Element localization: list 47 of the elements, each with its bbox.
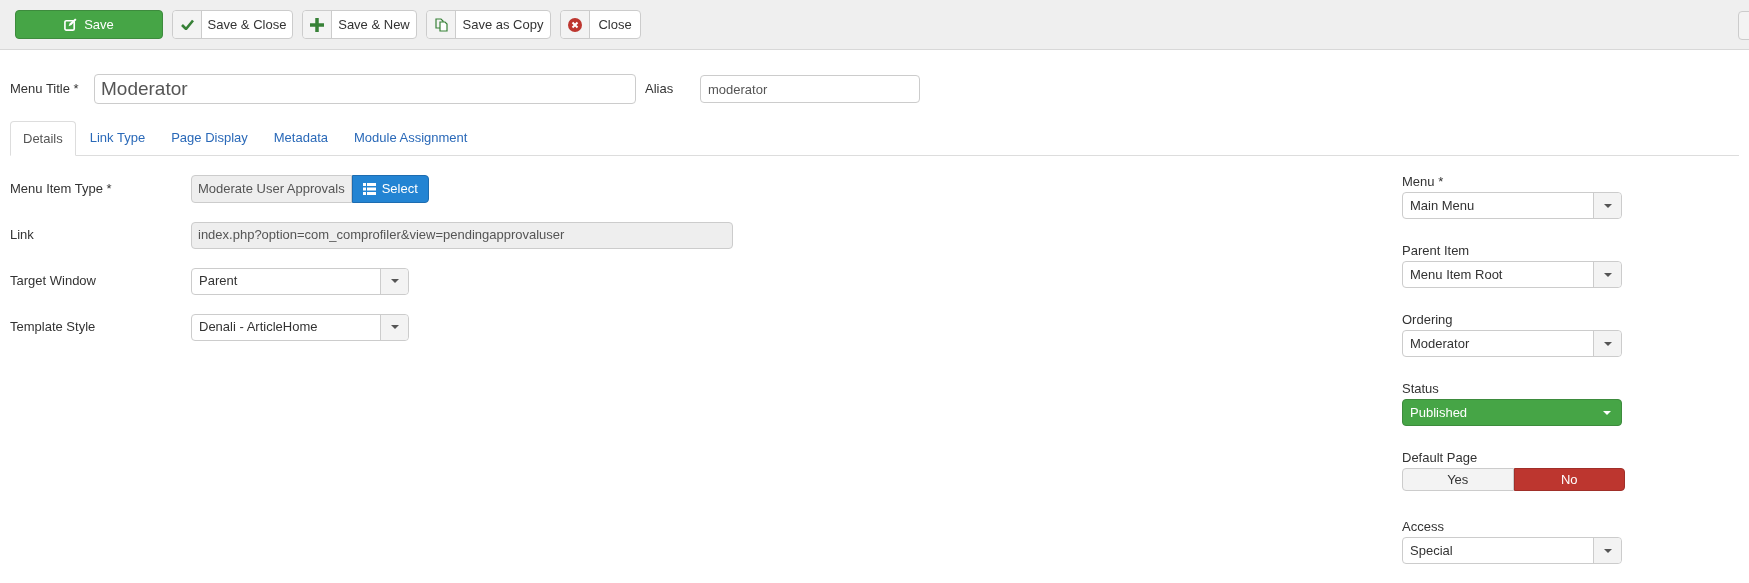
field-label: Menu Title * bbox=[10, 80, 80, 99]
check-icon bbox=[180, 19, 194, 30]
tab[interactable]: Link Type bbox=[77, 120, 158, 155]
caret-icon bbox=[1603, 272, 1612, 277]
caret-icon bbox=[390, 325, 399, 329]
field-label: Parent Item bbox=[1402, 242, 1471, 256]
select-button[interactable]: Select bbox=[351, 175, 429, 203]
dropdown[interactable]: Main Menu bbox=[1402, 192, 1622, 219]
toolbar-button[interactable]: Close bbox=[560, 10, 641, 39]
field-label: Ordering bbox=[1402, 311, 1454, 325]
dropdown[interactable]: Denali - ArticleHome bbox=[191, 313, 409, 341]
cancel-icon bbox=[568, 17, 582, 32]
menu-title-field[interactable]: Moderator bbox=[94, 74, 636, 104]
tab[interactable]: Metadata bbox=[261, 120, 340, 155]
caret-icon bbox=[1603, 341, 1612, 346]
link-field: index.php?option=com_comprofiler&view=pendingapprovaluser bbox=[191, 221, 733, 249]
toggle-option[interactable]: Yes bbox=[1402, 468, 1514, 491]
alias-field[interactable]: moderator bbox=[700, 75, 920, 103]
field-label: Alias bbox=[645, 80, 675, 99]
caret-icon bbox=[1603, 410, 1611, 415]
tab[interactable]: Module Assignment bbox=[342, 120, 480, 155]
dropdown[interactable]: Special bbox=[1402, 537, 1622, 564]
menu-item-type-field: Moderate User Approvals bbox=[191, 175, 352, 203]
plus-icon bbox=[310, 17, 324, 32]
edit-icon bbox=[64, 18, 78, 31]
list-icon bbox=[362, 183, 376, 195]
dropdown[interactable]: Parent bbox=[191, 267, 409, 295]
field-label: Default Page bbox=[1402, 449, 1479, 463]
caret-icon bbox=[390, 279, 399, 283]
copy-icon bbox=[434, 17, 448, 32]
tab[interactable]: Details bbox=[10, 121, 76, 156]
dropdown[interactable]: Menu Item Root bbox=[1402, 261, 1622, 288]
toolbar-button[interactable]: Save as Copy bbox=[426, 10, 551, 39]
caret-icon bbox=[1603, 203, 1612, 208]
tab[interactable]: Page Display bbox=[159, 120, 260, 155]
field-label: Status bbox=[1402, 380, 1440, 394]
dropdown[interactable]: Moderator bbox=[1402, 330, 1622, 357]
field-label: Link bbox=[10, 226, 35, 245]
caret-icon bbox=[1603, 548, 1612, 553]
toolbar-button[interactable]: Save & Close bbox=[172, 10, 293, 39]
field-label: Target Window bbox=[10, 272, 97, 291]
field-label: Menu Item Type * bbox=[10, 180, 113, 199]
field-label: Access bbox=[1402, 518, 1445, 532]
toolbar-button[interactable]: Save & New bbox=[302, 10, 417, 39]
field-label: Menu * bbox=[1402, 173, 1445, 187]
field-label: Template Style bbox=[10, 318, 97, 337]
toggle-option[interactable]: No bbox=[1513, 468, 1625, 491]
